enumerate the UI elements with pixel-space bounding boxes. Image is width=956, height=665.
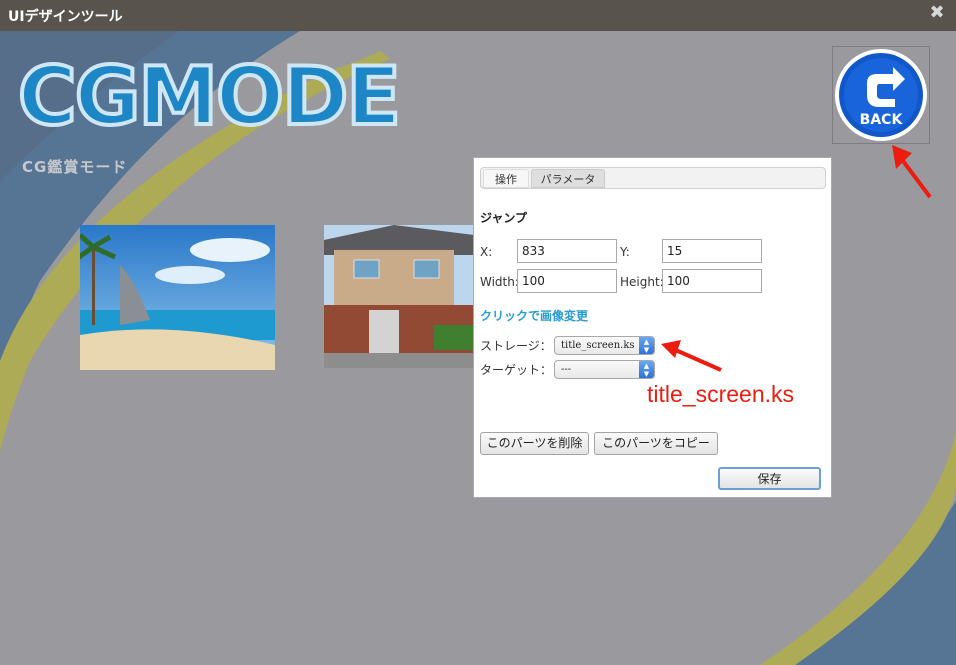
width-label: Width: bbox=[480, 275, 519, 289]
tab-operation[interactable]: 操作 bbox=[483, 169, 529, 188]
section-title: ジャンプ bbox=[480, 211, 528, 225]
target-select-value: --- bbox=[561, 364, 572, 375]
delete-part-button[interactable]: このパーツを削除 bbox=[480, 432, 589, 455]
storage-label: ストレージ： bbox=[480, 339, 552, 353]
house-thumbnail[interactable] bbox=[324, 225, 474, 368]
storage-select[interactable]: title_screen.ks ▲ ▼ bbox=[554, 336, 655, 355]
y-input[interactable] bbox=[662, 239, 762, 263]
select-chevron-icon: ▲ ▼ bbox=[639, 361, 654, 378]
save-button[interactable]: 保存 bbox=[718, 467, 821, 490]
close-icon[interactable]: ✖ bbox=[928, 4, 946, 22]
cgmode-logo: CGMODE bbox=[16, 50, 403, 143]
target-label: ターゲット： bbox=[480, 363, 553, 377]
annotation-label: title_screen.ks bbox=[647, 381, 795, 407]
x-input[interactable] bbox=[517, 239, 617, 263]
annotation-arrow-back bbox=[892, 145, 932, 199]
change-image-link[interactable]: クリックで画像変更 bbox=[480, 307, 588, 324]
parameter-dialog: 操作 パラメータ ジャンプ X: Y: Width: Height: クリックで… bbox=[473, 157, 832, 498]
select-chevron-icon: ▲ ▼ bbox=[639, 337, 654, 354]
window-title: UIデザインツール bbox=[8, 9, 123, 25]
x-label: X: bbox=[480, 245, 493, 259]
tab-bar: 操作 パラメータ bbox=[480, 167, 826, 189]
beach-thumbnail[interactable] bbox=[80, 225, 275, 370]
annotation-arrow-storage bbox=[661, 340, 722, 372]
copy-part-button[interactable]: このパーツをコピー bbox=[594, 432, 718, 455]
target-select[interactable]: --- ▲ ▼ bbox=[554, 360, 655, 379]
height-label: Height: bbox=[620, 275, 664, 289]
tab-parameter[interactable]: パラメータ bbox=[531, 169, 605, 188]
y-label: Y: bbox=[620, 245, 630, 259]
back-button[interactable]: BACK bbox=[833, 47, 930, 144]
cgmode-subtitle: CG鑑賞モード bbox=[22, 158, 128, 176]
width-input[interactable] bbox=[517, 269, 617, 293]
back-button-label: BACK bbox=[860, 112, 904, 128]
height-input[interactable] bbox=[662, 269, 762, 293]
storage-select-value: title_screen.ks bbox=[561, 340, 635, 351]
window-titlebar: UIデザインツール ✖ bbox=[0, 0, 956, 31]
